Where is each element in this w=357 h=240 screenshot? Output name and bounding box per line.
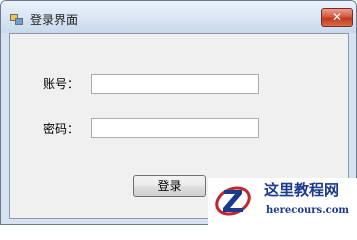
password-input[interactable] — [91, 118, 259, 138]
account-label: 账号： — [43, 77, 80, 91]
title-bar[interactable]: 登录界面 ✕ — [1, 1, 356, 33]
window-title: 登录界面 — [30, 13, 79, 27]
login-button[interactable]: 登录 — [133, 175, 206, 197]
password-label: 密码： — [43, 122, 80, 136]
account-input[interactable] — [91, 74, 259, 94]
site-logo-icon — [215, 186, 251, 216]
watermark-url: herecours.com — [266, 205, 350, 216]
watermark-title: 这里教程网 — [264, 181, 340, 199]
close-icon: ✕ — [331, 10, 343, 24]
close-button[interactable]: ✕ — [321, 8, 353, 27]
site-watermark: 这里教程网 herecours.com — [208, 178, 357, 225]
app-window-icon — [10, 14, 23, 25]
